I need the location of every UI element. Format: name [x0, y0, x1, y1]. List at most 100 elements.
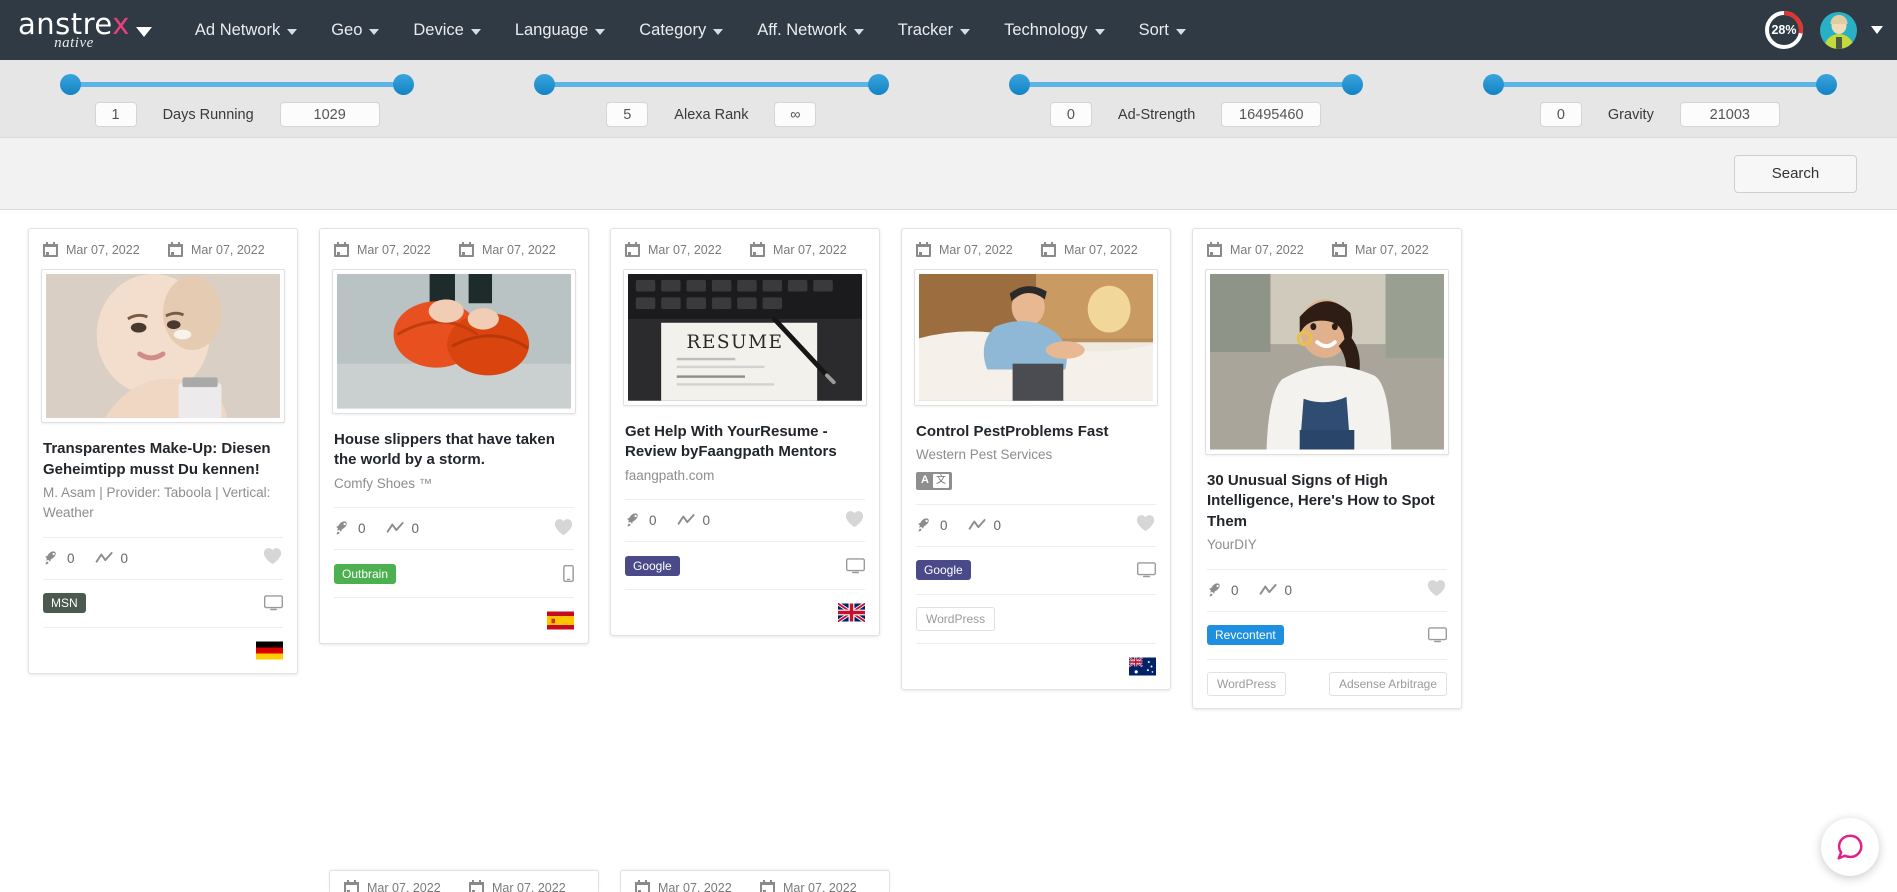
calendar-icon	[1041, 242, 1056, 257]
gravity-min-input[interactable]: 0	[1539, 102, 1582, 127]
ad-card[interactable]: Mar 07, 2022 Mar 07, 2022	[610, 228, 880, 637]
network-badge[interactable]: MSN	[43, 593, 86, 614]
slider-fill	[1493, 82, 1826, 87]
nav-item-category[interactable]: Category	[622, 0, 740, 60]
ad-thumbnail-image	[46, 274, 280, 419]
next-row-cards-peek: Mar 07, 2022 Mar 07, 2022 Mar 07, 2022 M…	[28, 870, 1897, 892]
nav-label: Technology	[1004, 20, 1088, 39]
ad-strength-max-input[interactable]: 16495460	[1221, 102, 1322, 127]
ad-card-partial[interactable]: Mar 07, 2022 Mar 07, 2022	[329, 870, 599, 892]
brand-logo[interactable]: anstrex native	[18, 9, 152, 51]
nav-item-technology[interactable]: Technology	[987, 0, 1121, 60]
card-date-row: Mar 07, 2022 Mar 07, 2022	[320, 229, 588, 269]
ad-card[interactable]: Mar 07, 2022 Mar 07, 2022	[1192, 228, 1462, 709]
slider-handle-min[interactable]	[534, 74, 556, 95]
last-seen-date: Mar 07, 2022	[482, 242, 556, 257]
stat-gravity: 0	[386, 520, 419, 537]
ad-thumbnail-frame[interactable]	[914, 269, 1158, 406]
slider-handle-min[interactable]	[1008, 74, 1030, 95]
nav-label: Geo	[331, 20, 363, 39]
favorite-heart-icon[interactable]	[553, 517, 574, 541]
gravity-max-input[interactable]: 21003	[1679, 102, 1780, 127]
ad-card-partial[interactable]: Mar 07, 2022 Mar 07, 2022	[620, 870, 890, 892]
filter-alexa-rank: 5 Alexa Rank ∞	[474, 60, 948, 127]
ad-thumbnail-frame[interactable]	[41, 269, 285, 424]
flag-es-icon	[547, 611, 574, 630]
brand-dropdown-caret-icon[interactable]	[135, 26, 152, 37]
card-footer-row: Outbrain	[334, 549, 574, 597]
favorite-heart-icon[interactable]	[844, 509, 865, 533]
alexa-rank-slider[interactable]	[534, 74, 889, 96]
card-body: 30 Unusual Signs of High Intelligence, H…	[1193, 455, 1461, 555]
favorite-heart-icon[interactable]	[262, 546, 283, 570]
cms-badge-secondary[interactable]: Adsense Arbitrage	[1328, 671, 1447, 696]
nav-item-device[interactable]: Device	[396, 0, 497, 60]
ad-card[interactable]: Mar 07, 2022 Mar 07, 2022	[901, 228, 1171, 690]
progress-percent-label: 28%	[1771, 23, 1797, 37]
favorite-heart-icon[interactable]	[1135, 513, 1156, 537]
days-running-max-input[interactable]: 1029	[279, 102, 380, 127]
network-badge[interactable]: Google	[916, 560, 971, 581]
nav-item-tracker[interactable]: Tracker	[881, 0, 987, 60]
card-body: Get Help With YourResume - Review byFaan…	[611, 406, 879, 486]
slider-fill	[545, 82, 878, 87]
chevron-down-icon	[595, 29, 606, 35]
ad-card[interactable]: Mar 07, 2022 Mar 07, 2022	[28, 228, 298, 674]
calendar-icon	[625, 242, 640, 257]
ad-strength-slider[interactable]	[1008, 74, 1363, 96]
network-badge[interactable]: Google	[625, 555, 680, 576]
nav-item-language[interactable]: Language	[498, 0, 622, 60]
ad-thumbnail-frame[interactable]: RESUME	[623, 269, 867, 406]
nav-item-aff-network[interactable]: Aff. Network	[740, 0, 881, 60]
results-scroll-area[interactable]: Mar 07, 2022 Mar 07, 2022 Transparentes …	[0, 210, 1897, 892]
days-running-min-input[interactable]: 1	[94, 102, 137, 127]
ad-advertiser: faangpath.com	[625, 467, 715, 483]
alexa-rank-min-input[interactable]: 5	[606, 102, 649, 127]
user-avatar[interactable]	[1820, 11, 1857, 49]
card-flag-row	[916, 642, 1156, 689]
ad-title[interactable]: Transparentes Make-Up: Diesen Geheimtipp…	[43, 439, 283, 480]
cms-badge[interactable]: WordPress	[1207, 671, 1287, 696]
days-running-slider[interactable]	[60, 74, 415, 96]
chevron-down-icon	[1094, 29, 1105, 35]
favorite-heart-icon[interactable]	[1426, 578, 1447, 602]
slider-handle-max[interactable]	[1341, 74, 1363, 95]
ad-title[interactable]: 30 Unusual Signs of High Intelligence, H…	[1207, 471, 1447, 533]
ad-title[interactable]: Get Help With YourResume - Review byFaan…	[625, 422, 865, 463]
gravity-slider[interactable]	[1482, 74, 1837, 96]
search-button[interactable]: Search	[1734, 154, 1857, 193]
card-date-row: Mar 07, 2022 Mar 07, 2022	[902, 229, 1170, 269]
alexa-rank-max-input[interactable]: ∞	[774, 102, 817, 127]
nav-item-sort[interactable]: Sort	[1122, 0, 1203, 60]
ad-strength-min-input[interactable]: 0	[1049, 102, 1092, 127]
stat-strength: 0	[43, 550, 75, 567]
user-menu-caret-icon[interactable]	[1871, 26, 1883, 34]
translate-icon[interactable]: A文	[916, 471, 952, 490]
desktop-icon	[846, 558, 865, 574]
filter-days-running: 1 Days Running 1029	[0, 60, 474, 127]
network-badge[interactable]: Outbrain	[334, 563, 397, 584]
slider-handle-min[interactable]	[60, 74, 81, 95]
slider-handle-max[interactable]	[393, 74, 415, 95]
calendar-icon	[334, 242, 349, 257]
slider-handle-max[interactable]	[867, 74, 889, 95]
calendar-icon	[168, 242, 183, 257]
slider-handle-min[interactable]	[1482, 74, 1504, 95]
stat-gravity-value: 0	[993, 517, 1002, 533]
ad-thumbnail-image: RESUME	[628, 274, 862, 401]
stat-gravity-value: 0	[1284, 582, 1293, 598]
nav-item-geo[interactable]: Geo	[314, 0, 396, 60]
chevron-down-icon	[1175, 29, 1186, 35]
network-badge[interactable]: Revcontent	[1207, 625, 1284, 646]
usage-progress-ring[interactable]: 28%	[1762, 8, 1806, 52]
slider-handle-max[interactable]	[1816, 74, 1837, 95]
ad-card[interactable]: Mar 07, 2022 Mar 07, 2022	[319, 228, 589, 645]
ad-thumbnail-frame[interactable]	[1205, 269, 1449, 455]
cms-badge[interactable]: WordPress	[916, 606, 996, 631]
nav-item-ad-network[interactable]: Ad Network	[178, 0, 314, 60]
live-chat-button[interactable]	[1821, 818, 1879, 876]
ad-title[interactable]: House slippers that have taken the world…	[334, 430, 574, 471]
flag-au-icon	[1129, 656, 1156, 676]
ad-title[interactable]: Control PestProblems Fast	[916, 422, 1156, 443]
ad-thumbnail-frame[interactable]	[332, 269, 576, 414]
